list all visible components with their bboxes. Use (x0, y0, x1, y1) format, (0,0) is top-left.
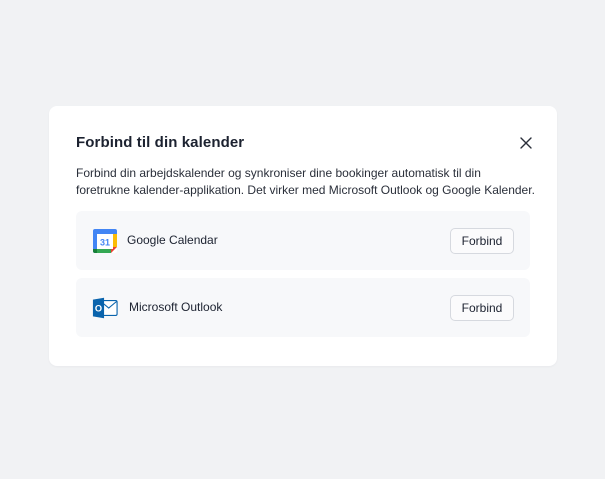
provider-row-google-calendar: 31 Google Calendar Forbind (76, 211, 530, 270)
microsoft-outlook-icon: O (92, 297, 118, 319)
connect-calendar-dialog: Forbind til din kalender Forbind din arb… (49, 106, 557, 366)
connect-microsoft-outlook-button[interactable]: Forbind (450, 295, 514, 321)
dialog-description: Forbind din arbejdskalender og synkronis… (76, 166, 535, 197)
microsoft-outlook-icon-text: O (95, 304, 102, 314)
connect-google-calendar-button[interactable]: Forbind (450, 228, 514, 254)
provider-row-microsoft-outlook: O Microsoft Outlook Forbind (76, 278, 530, 337)
google-calendar-icon: 31 (93, 229, 117, 253)
google-calendar-icon-text: 31 (100, 238, 110, 248)
close-button[interactable] (519, 136, 533, 150)
dialog-title: Forbind til din kalender (76, 134, 245, 151)
close-icon (520, 137, 532, 149)
provider-name-google-calendar: Google Calendar (127, 233, 218, 247)
provider-name-microsoft-outlook: Microsoft Outlook (129, 300, 223, 314)
